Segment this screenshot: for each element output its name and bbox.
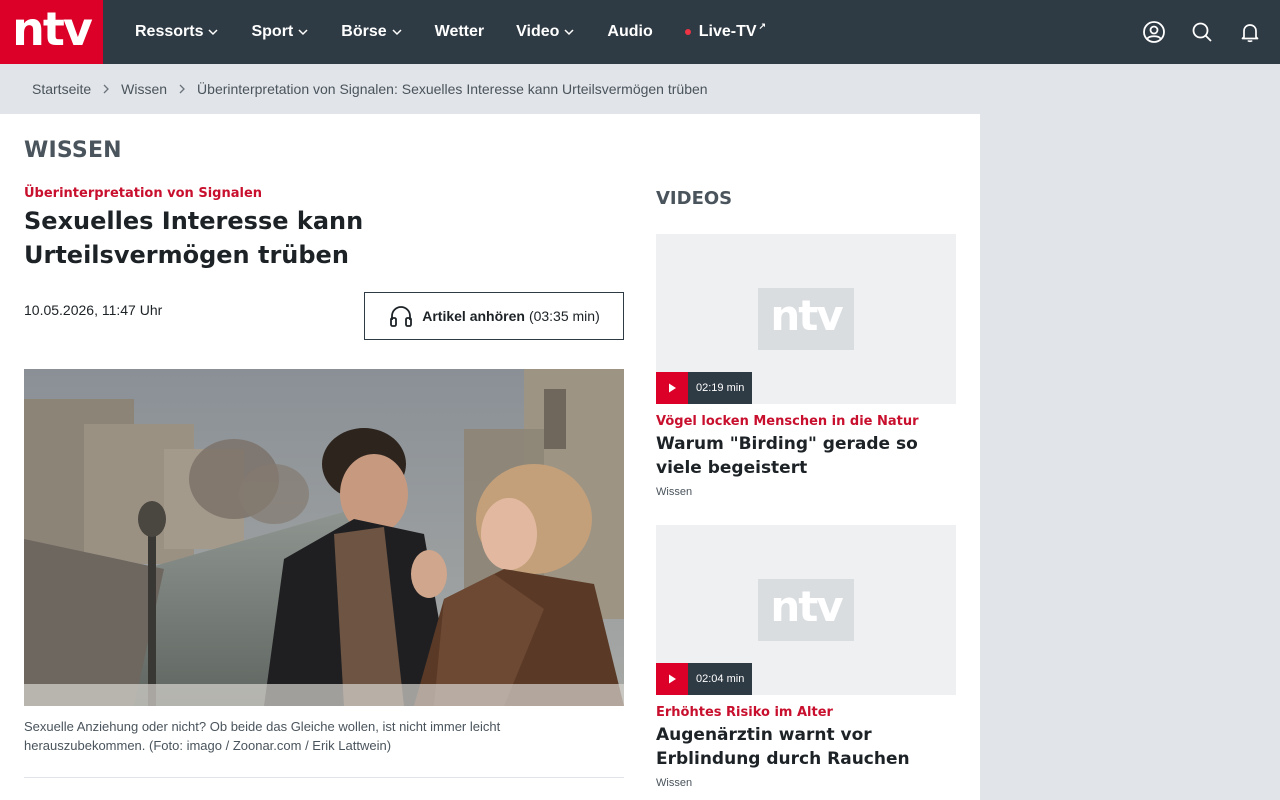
header-actions (1140, 0, 1264, 64)
headphones-icon (390, 306, 413, 327)
nav-label: Sport (251, 23, 294, 40)
logo-text: ntv (12, 2, 93, 56)
live-indicator-dot (684, 29, 691, 35)
article-kicker: Überinterpretation von Signalen (24, 186, 263, 201)
article-date: 10.05.2026, 11:47 Uhr (24, 302, 163, 318)
video-title[interactable]: Augenärztin warnt vor Erblindung durch R… (656, 723, 956, 771)
bell-icon[interactable] (1236, 18, 1264, 46)
image-caption: Sexuelle Anziehung oder nicht? Ob beide … (24, 719, 501, 753)
videos-section-title: VIDEOS (656, 188, 733, 209)
search-icon[interactable] (1188, 18, 1216, 46)
top-navigation-bar: ntv Ressorts Sport Börse Wetter Video Au… (0, 0, 1280, 64)
listen-label: Artikel anhören (422, 308, 525, 324)
chevron-right-icon (179, 84, 185, 94)
article-hero-image[interactable] (24, 369, 624, 706)
ntv-placeholder-logo: ntv (758, 579, 854, 641)
video-duration-badge: 02:19 min (656, 372, 753, 404)
video-title[interactable]: Warum "Birding" gerade so viele begeiste… (656, 432, 956, 480)
chevron-down-icon (392, 29, 402, 36)
chevron-down-icon (298, 29, 308, 36)
chevron-down-icon (208, 29, 219, 36)
listen-article-button[interactable]: Artikel anhören (03:35 min) (364, 292, 624, 340)
nav-label: Ressorts (135, 23, 204, 40)
placeholder-logo-text: ntv (770, 291, 843, 340)
video-duration: 02:19 min (688, 372, 753, 404)
breadcrumb-current: Überinterpretation von Signalen: Sexuell… (197, 81, 708, 97)
video-duration-badge: 02:04 min (656, 663, 753, 695)
article-header: Überinterpretation von Signalen Sexuelle… (24, 186, 624, 348)
nav-item-ressorts[interactable]: Ressorts (119, 0, 235, 64)
nav-label: Live-TV (698, 23, 757, 40)
breadcrumb: Startseite Wissen Überinterpretation von… (0, 64, 1280, 114)
article-meta: 10.05.2026, 11:47 Uhr Artikel anhören (0… (24, 292, 624, 348)
video-section: Wissen (656, 486, 693, 498)
video-card[interactable]: ntv 02:04 min Erhöhtes Risiko im Alter A… (656, 525, 956, 789)
video-card[interactable]: ntv 02:19 min Vögel locken Menschen in d… (656, 234, 956, 498)
nav-item-audio[interactable]: Audio (591, 0, 668, 64)
nav-item-boerse[interactable]: Börse (325, 0, 418, 64)
nav-label: Börse (341, 23, 387, 40)
listen-duration: (03:35 min) (528, 308, 600, 324)
breadcrumb-link-startseite[interactable]: Startseite (32, 81, 91, 97)
video-thumbnail[interactable]: ntv 02:19 min (656, 234, 956, 404)
ntv-logo[interactable]: ntv (0, 0, 103, 64)
video-kicker: Erhöhtes Risiko im Alter (656, 705, 833, 720)
nav-label: Wetter (434, 23, 485, 40)
nav-item-live-tv[interactable]: Live-TV ↗ (669, 0, 782, 64)
user-icon[interactable] (1140, 18, 1168, 46)
section-title: WISSEN (24, 138, 122, 163)
video-section: Wissen (656, 777, 693, 789)
nav-item-wetter[interactable]: Wetter (419, 0, 501, 64)
main-content: WISSEN Überinterpretation von Signalen S… (0, 114, 980, 800)
ntv-placeholder-logo: ntv (758, 288, 854, 350)
breadcrumb-link-wissen[interactable]: Wissen (121, 81, 167, 97)
chevron-right-icon (103, 84, 110, 94)
video-kicker: Vögel locken Menschen in die Natur (656, 414, 919, 429)
external-link-icon: ↗ (758, 20, 767, 31)
video-thumbnail[interactable]: ntv 02:04 min (656, 525, 956, 695)
main-nav: Ressorts Sport Börse Wetter Video Audio … (119, 0, 782, 64)
hero-photo (24, 369, 624, 706)
video-duration: 02:04 min (688, 663, 753, 695)
play-icon[interactable] (656, 663, 688, 695)
nav-item-sport[interactable]: Sport (235, 0, 325, 64)
play-icon[interactable] (656, 372, 688, 404)
divider (24, 777, 624, 778)
nav-label: Audio (607, 23, 653, 40)
placeholder-logo-text: ntv (770, 582, 843, 631)
nav-item-video[interactable]: Video (500, 0, 591, 64)
chevron-down-icon (564, 29, 574, 36)
nav-label: Video (516, 23, 560, 40)
article-headline: Sexuelles Interesse kann Urteilsvermögen… (24, 207, 364, 269)
